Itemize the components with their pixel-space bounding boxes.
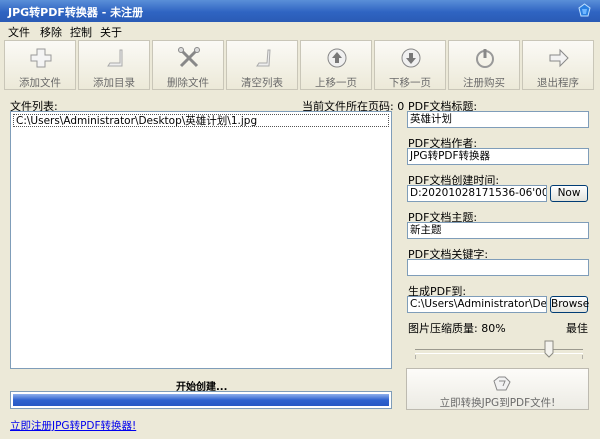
- now-button[interactable]: Now: [550, 185, 588, 202]
- move-up-icon: [327, 48, 347, 68]
- quality-slider-thumb[interactable]: [544, 340, 554, 358]
- move-up-label: 上移一页: [315, 77, 357, 89]
- output-path-field[interactable]: C:\Users\Administrator\Desktop: [407, 296, 547, 313]
- list-item[interactable]: C:\Users\Administrator\Desktop\英雄计划\1.jp…: [13, 114, 389, 127]
- menu-file[interactable]: 文件: [8, 24, 30, 40]
- move-down-icon: [401, 48, 421, 68]
- register-label: 注册购买: [463, 77, 505, 89]
- add-folder-icon: [107, 49, 123, 67]
- exit-label: 退出程序: [537, 77, 579, 89]
- move-down-label: 下移一页: [389, 77, 431, 89]
- file-list[interactable]: C:\Users\Administrator\Desktop\英雄计划\1.jp…: [10, 111, 392, 369]
- delete-file-icon: [178, 47, 200, 68]
- progress-bar: [10, 391, 392, 409]
- delete-file-label: 删除文件: [167, 77, 209, 89]
- exit-button[interactable]: 退出程序: [522, 40, 594, 90]
- title-bar: JPG转PDF转换器 - 未注册: [0, 0, 600, 22]
- register-link[interactable]: 立即注册JPG转PDF转换器!: [10, 418, 136, 433]
- add-file-icon: [30, 48, 52, 68]
- window-title: JPG转PDF转换器 - 未注册: [8, 6, 144, 19]
- move-down-button[interactable]: 下移一页: [374, 40, 446, 90]
- delete-file-button[interactable]: 删除文件: [152, 40, 224, 90]
- move-up-button[interactable]: 上移一页: [300, 40, 372, 90]
- add-folder-label: 添加目录: [93, 77, 135, 89]
- convert-button[interactable]: 立即转换JPG到PDF文件!: [406, 368, 589, 410]
- pdf-keywords-field[interactable]: [407, 259, 589, 276]
- clear-list-label: 清空列表: [241, 77, 283, 89]
- menu-control[interactable]: 控制: [70, 24, 92, 40]
- exit-icon: [549, 48, 569, 68]
- pdf-subject-field[interactable]: 新主题: [407, 222, 589, 239]
- menu-bar: 文件 移除 控制 关于: [0, 22, 600, 39]
- add-file-button[interactable]: 添加文件: [4, 40, 76, 90]
- clear-list-icon: [256, 49, 271, 67]
- clear-list-button[interactable]: 清空列表: [226, 40, 298, 90]
- quality-max-label: 最佳: [566, 322, 588, 335]
- quality-slider-ticks: [415, 355, 583, 359]
- register-button[interactable]: 注册购买: [448, 40, 520, 90]
- menu-remove[interactable]: 移除: [40, 24, 62, 40]
- quality-label: 图片压缩质量: 80%: [408, 322, 506, 335]
- pdf-created-field[interactable]: D:20201028171536-06'00: [407, 185, 547, 202]
- pdf-title-field[interactable]: 英雄计划: [407, 111, 589, 128]
- progress-fill: [13, 394, 389, 406]
- add-file-label: 添加文件: [19, 77, 61, 89]
- toolbar: 添加文件 添加目录 删除文件 清空列表 上移一页 下移一页 注册购买 退出程序: [4, 40, 596, 92]
- quality-slider[interactable]: [415, 349, 583, 354]
- browse-button[interactable]: Browse: [550, 296, 589, 313]
- convert-label: 立即转换JPG到PDF文件!: [439, 397, 556, 409]
- close-icon[interactable]: [577, 3, 592, 18]
- add-folder-button[interactable]: 添加目录: [78, 40, 150, 90]
- pdf-author-field[interactable]: JPG转PDF转换器: [407, 148, 589, 165]
- convert-icon: [493, 376, 511, 391]
- menu-about[interactable]: 关于: [100, 24, 122, 40]
- register-icon: [476, 49, 494, 68]
